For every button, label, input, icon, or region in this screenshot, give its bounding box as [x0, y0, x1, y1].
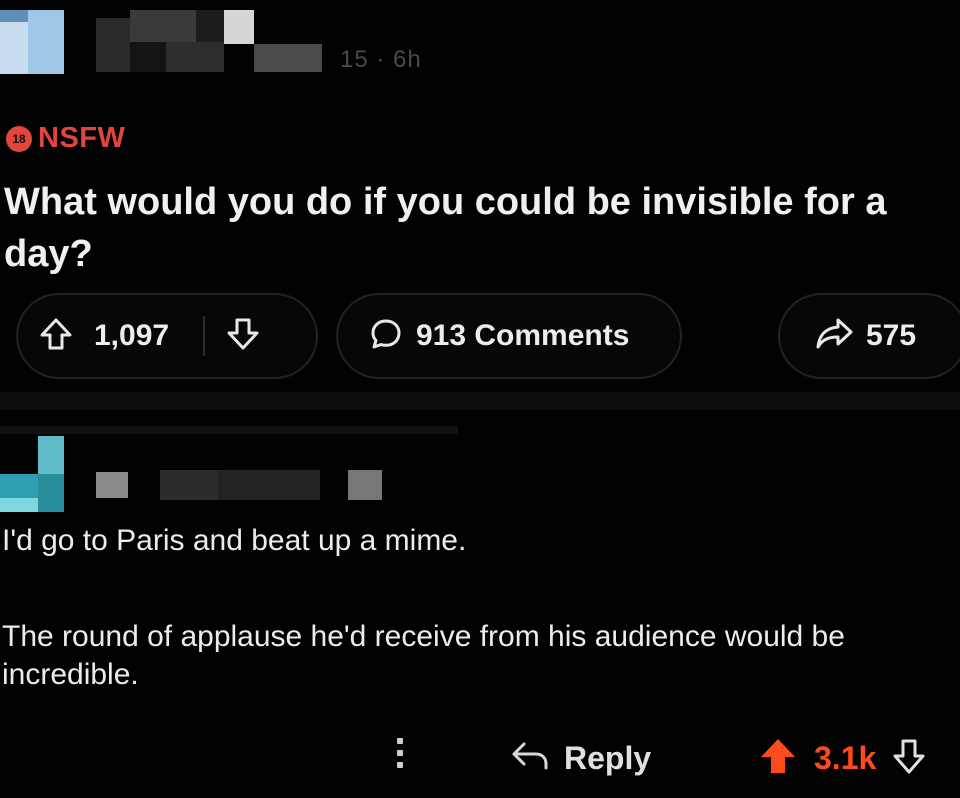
comment-text-line-2: The round of applause he'd receive from …	[2, 620, 845, 691]
share-count: 575	[866, 319, 917, 352]
downvote-icon[interactable]	[225, 316, 261, 357]
post-title[interactable]: What would you do if you could be invisi…	[4, 176, 954, 280]
reply-icon	[510, 738, 550, 779]
nsfw-label: NSFW	[38, 122, 126, 154]
comment-bubble-icon	[368, 316, 404, 357]
upvote-count: 1,097	[94, 319, 170, 352]
share-button[interactable]: 575	[778, 293, 960, 379]
comment-vote-bar: 3.1k	[758, 736, 926, 781]
vote-divider	[203, 316, 206, 356]
post-meta: 15 · 6h	[340, 46, 422, 73]
upvoted-icon[interactable]	[758, 736, 798, 781]
nsfw-tag: 18 NSFW	[6, 122, 125, 155]
comment-downvote-icon[interactable]	[892, 737, 926, 780]
comments-label: 913 Comments	[416, 319, 630, 352]
share-icon	[814, 316, 854, 357]
reply-label: Reply	[564, 740, 652, 776]
more-options-icon[interactable]	[390, 738, 410, 774]
section-divider	[0, 392, 960, 410]
comment-score: 3.1k	[814, 740, 877, 776]
comments-button[interactable]: 913 Comments	[336, 293, 682, 379]
reply-button[interactable]: Reply	[510, 738, 651, 779]
upvote-icon[interactable]	[38, 316, 74, 357]
nsfw-18-icon: 18	[6, 125, 32, 152]
comment-text-line-1: I'd go to Paris and beat up a mime.	[2, 524, 467, 557]
vote-bar: 1,097	[16, 293, 318, 379]
comment-thread-line	[0, 426, 458, 434]
